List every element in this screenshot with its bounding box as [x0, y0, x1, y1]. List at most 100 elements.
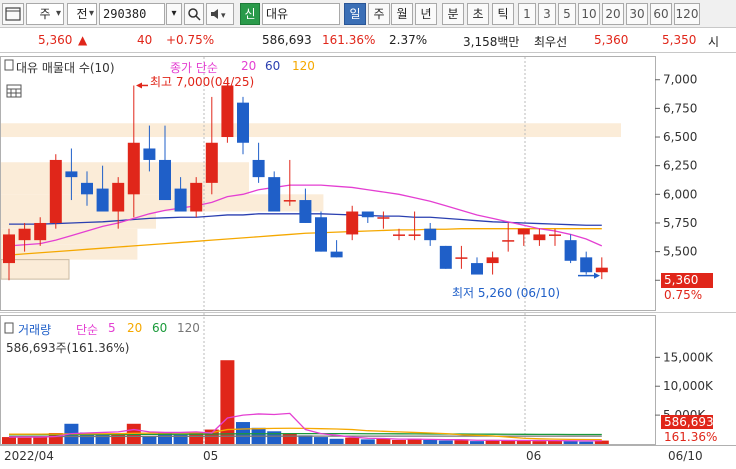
candle-body	[299, 200, 311, 223]
volume-bar	[361, 439, 375, 444]
candle-body	[533, 234, 545, 240]
candle-body	[97, 189, 109, 212]
candle-body	[253, 160, 265, 177]
interval-button[interactable]: 1	[518, 3, 536, 25]
chart-type-select[interactable]: 주	[26, 3, 64, 25]
best-quote-label: 최우선	[534, 33, 567, 50]
candle-body	[34, 223, 46, 240]
candle-body	[409, 234, 421, 236]
period-tab[interactable]: 주	[368, 3, 390, 25]
candle-body	[284, 200, 296, 202]
candle-body	[596, 268, 608, 273]
price-tick-label: 6,250	[663, 159, 697, 173]
candle-body	[331, 252, 343, 258]
volume-bar	[564, 441, 578, 444]
candle-body	[206, 143, 218, 183]
volume-bar	[142, 436, 156, 444]
interval-button[interactable]: 20	[602, 3, 624, 25]
best-ask-price: 5,360	[594, 33, 628, 47]
stock-code-input[interactable]: 290380	[99, 3, 165, 25]
svg-text:▾: ▾	[221, 11, 226, 21]
candle-body	[549, 234, 561, 236]
current-price-tag: 5,360	[661, 273, 713, 288]
volume-ma5-label: 5	[108, 321, 116, 335]
search-icon[interactable]	[184, 3, 204, 25]
candle-body	[502, 240, 514, 242]
candle-body	[580, 257, 592, 272]
candle-body	[393, 234, 405, 236]
volume-bar	[376, 439, 390, 444]
price-ma120-label: 120	[292, 59, 315, 73]
up-arrow-icon: ▲	[78, 33, 87, 47]
candle-body	[315, 217, 327, 251]
interval-button[interactable]: 3	[538, 3, 556, 25]
candle-body	[81, 183, 93, 194]
interval-button[interactable]: 60	[650, 3, 672, 25]
volume-bar	[330, 439, 344, 444]
volume-bar	[111, 434, 125, 444]
volume-tick-label: 15,000K	[663, 350, 714, 364]
volume-ratio: 161.36%	[322, 33, 375, 47]
period-tab[interactable]: 틱	[492, 3, 514, 25]
volume-ma60-label: 60	[152, 321, 167, 335]
chart-area[interactable]: 7,0006,7506,5006,2506,0005,7505,5005,250…	[0, 56, 736, 466]
calendar-icon[interactable]	[6, 84, 22, 101]
candle-body	[268, 177, 280, 211]
window-icon[interactable]	[2, 3, 24, 25]
candle-body	[175, 189, 187, 212]
candle-body	[518, 229, 530, 235]
volume-bar	[96, 434, 110, 444]
current-pct-tag: 0.75%	[664, 288, 702, 302]
volume-panel-title: 거래량	[18, 321, 51, 338]
volume-bar	[220, 360, 234, 444]
interval-button[interactable]: 10	[578, 3, 600, 25]
code-dropdown-button[interactable]: ▾	[166, 3, 182, 25]
candle-body	[3, 234, 15, 263]
candle-body	[346, 212, 358, 235]
volume-panel-icon[interactable]	[4, 322, 14, 337]
candle-body	[19, 229, 31, 240]
period-tab[interactable]: 분	[442, 3, 464, 25]
interval-button[interactable]: 30	[626, 3, 648, 25]
candle-body	[50, 160, 62, 223]
volume-bar	[236, 422, 250, 444]
x-label-2022-04: 2022/04	[4, 449, 54, 463]
period-tab[interactable]: 년	[415, 3, 437, 25]
price-tick-label: 6,000	[663, 187, 697, 201]
volume-bar	[2, 437, 16, 444]
period-tab[interactable]: 초	[467, 3, 489, 25]
low-annotation: 최저 5,260 (06/10)	[452, 284, 560, 301]
price-tick-label: 6,500	[663, 130, 697, 144]
volume-bar	[470, 441, 484, 444]
volume-bar	[423, 440, 437, 444]
chart-menu-icon[interactable]	[4, 59, 14, 74]
candle-body	[143, 148, 155, 159]
stock-name-field: 대유	[262, 3, 340, 25]
speaker-icon[interactable]: ▾	[206, 3, 234, 25]
candle-body	[221, 85, 233, 137]
market-select[interactable]: 전	[67, 3, 97, 25]
period-tab[interactable]: 일	[344, 3, 366, 25]
high-annotation: 최고 7,000(04/25)	[150, 73, 254, 90]
price-tick-label: 5,750	[663, 216, 697, 230]
volume-bar	[439, 441, 453, 444]
candle-body	[112, 183, 124, 212]
period-tab[interactable]: 월	[391, 3, 413, 25]
x-label-05: 05	[203, 449, 218, 463]
stock-chart[interactable]: 7,0006,7506,5006,2506,0005,7505,5005,250…	[0, 56, 736, 466]
x-label-last-date: 06/10	[668, 449, 703, 463]
volume-bar	[345, 438, 359, 444]
volume-profile-bar	[1, 123, 621, 137]
volume-value: 586,693	[262, 33, 312, 47]
interval-button[interactable]: 120	[674, 3, 700, 25]
price-change: 40	[137, 33, 152, 47]
candle-body	[128, 143, 140, 195]
volume-panel	[1, 316, 656, 445]
price-change-pct: +0.75%	[166, 33, 214, 47]
current-price: 5,360	[38, 33, 72, 47]
candle-body	[362, 212, 374, 218]
interval-button[interactable]: 5	[558, 3, 576, 25]
candle-body	[424, 229, 436, 240]
volume-bar	[392, 440, 406, 444]
price-tick-label: 5,500	[663, 245, 697, 259]
